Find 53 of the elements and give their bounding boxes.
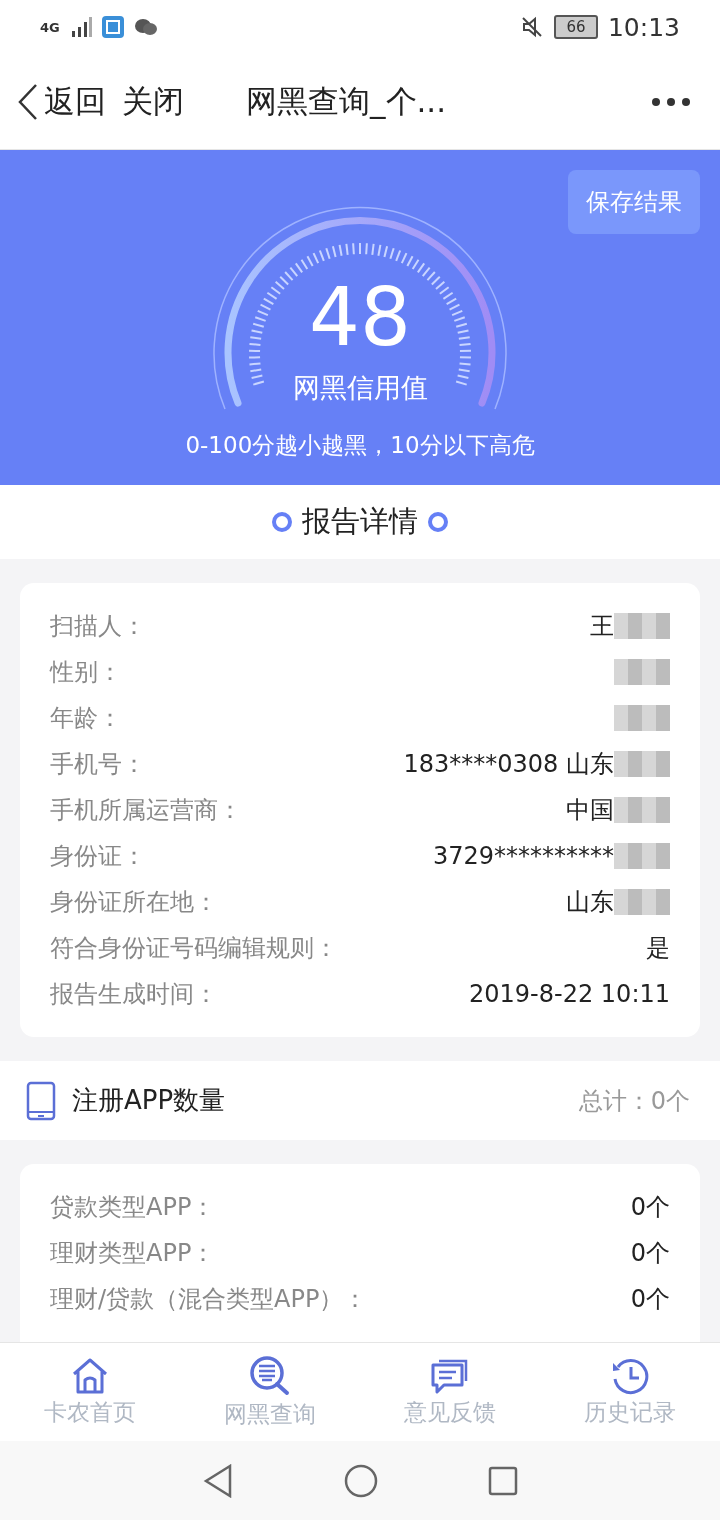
back-nav-icon[interactable] [202,1463,234,1498]
field-value: 0个 [630,1192,670,1224]
clock: 10:13 [607,12,680,42]
field-label: 贷款类型APP： [50,1192,216,1224]
section-title: 注册APP数量 [72,1084,227,1118]
field-label: 性别： [50,657,122,689]
total-count: 总计：0个 [578,1085,690,1117]
report-heading: 报告详情 [302,503,418,541]
field-label: 手机所属运营商： [50,795,242,827]
field-value: 183****0308 山东 [403,749,614,781]
field-value: 0个 [630,1238,670,1270]
network-label: 4G [40,19,60,35]
mute-icon [519,15,544,40]
chat-app-icon [133,17,158,38]
field-label: 身份证： [50,841,146,873]
back-icon [16,82,40,121]
save-result-button[interactable]: 保存结果 [568,170,700,235]
tab-item[interactable]: 历史记录 [540,1343,720,1442]
history-icon [610,1356,650,1395]
field-label: 手机号： [50,749,146,781]
battery-level: 66 [553,15,598,40]
back-button[interactable]: 返回 [16,80,106,123]
field-value: 是 [646,933,670,965]
score-label: 网黑信用值 [292,371,428,406]
tab-item[interactable]: 卡农首页 [0,1343,180,1442]
field-value: 2019-8-22 10:11 [469,980,670,1009]
credit-score: 48 [309,278,411,359]
field-label: 年龄： [50,703,122,735]
ring-icon [428,512,448,533]
field-label: 身份证所在地： [50,887,218,919]
app-icon [101,16,124,39]
score-note: 0-100分越小越黑，10分以下高危 [185,431,535,461]
field-label: 理财类型APP： [50,1238,216,1270]
home-icon [70,1356,110,1395]
search-icon [248,1354,292,1397]
field-value: 山东 [566,887,614,919]
field-value: 王 [590,611,614,643]
field-label: 理财/贷款（混合类型APP）： [50,1284,368,1316]
close-button[interactable]: 关闭 [122,80,184,123]
field-label: 符合身份证号码编辑规则： [50,933,338,965]
phone-icon [26,1080,56,1121]
field-value: 0个 [630,1284,670,1316]
field-value: 中国 [566,795,614,827]
field-label: 扫描人： [50,611,146,643]
recents-nav-icon[interactable] [488,1465,518,1496]
field-label: 报告生成时间： [50,979,218,1011]
tab-item[interactable]: 意见反馈 [360,1343,540,1442]
home-nav-icon[interactable] [344,1463,378,1498]
signal-icon [69,17,92,38]
tab-item[interactable]: 网黑查询 [180,1343,360,1442]
ring-icon [272,512,292,533]
page-title: 网黑查询_个... [246,81,448,121]
field-value: 3729********** [432,842,614,871]
